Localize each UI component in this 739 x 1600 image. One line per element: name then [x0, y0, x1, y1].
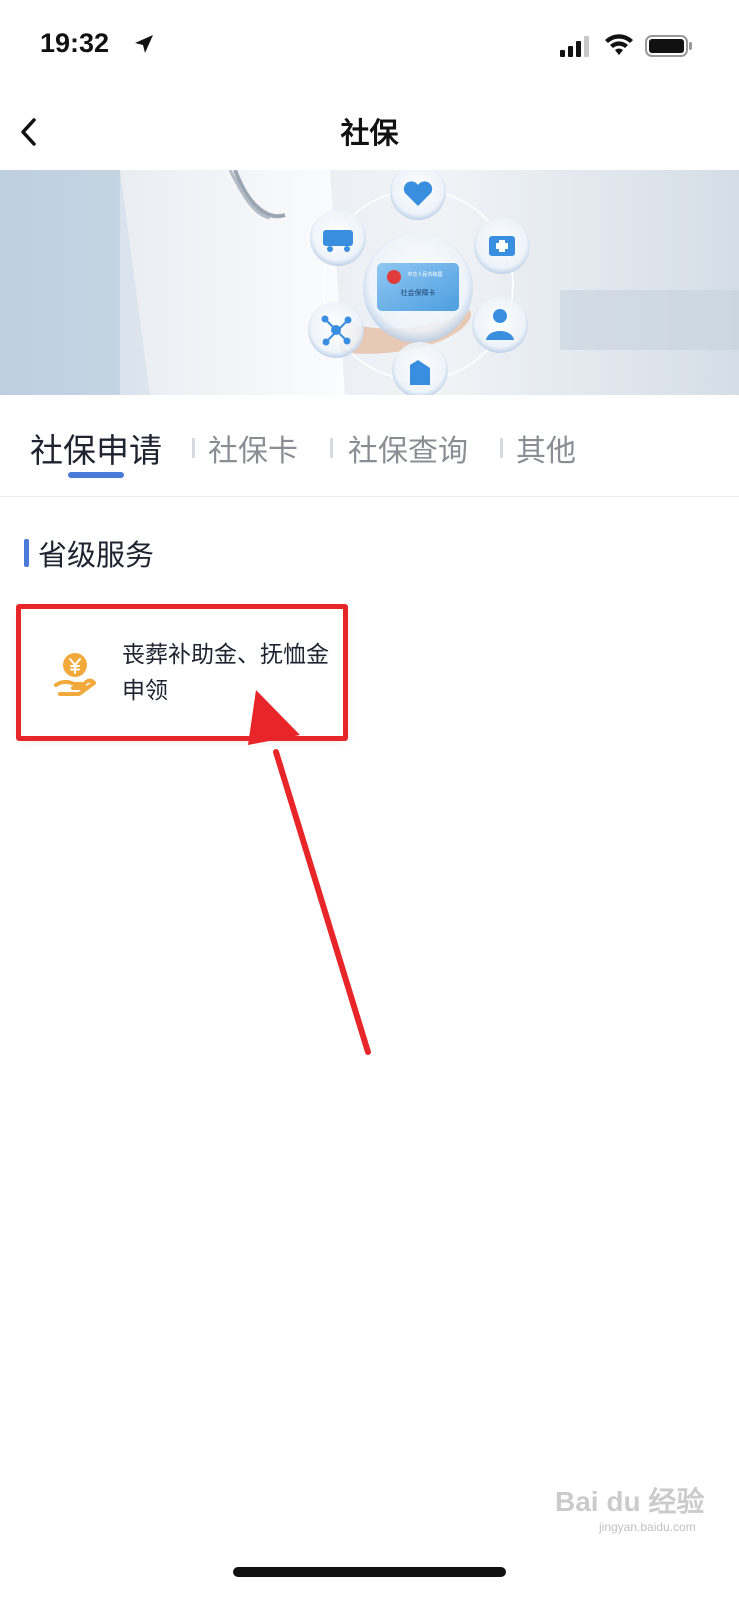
tab-social-security-application[interactable]: 社保申请 — [30, 424, 162, 472]
tab-social-security-query[interactable]: 社保查询 — [348, 426, 468, 470]
card-subtitle: 社会保障卡 — [401, 288, 436, 297]
arrow-annotation-icon — [248, 690, 371, 1055]
tab-divider — [330, 438, 333, 458]
signal-icon — [560, 36, 589, 57]
doctor-icon — [472, 297, 528, 353]
home-indicator[interactable] — [233, 1567, 506, 1577]
banner-illustration: 中华人民共和国 社会保障卡 — [0, 170, 739, 395]
section-accent-bar — [24, 539, 29, 567]
card-title: 中华人民共和国 — [407, 271, 442, 278]
page-title: 社保 — [340, 116, 399, 150]
tab-social-security-card[interactable]: 社保卡 — [208, 426, 298, 470]
tab-other[interactable]: 其他 — [516, 426, 576, 470]
watermark-text: Bai du 经验 — [555, 1486, 705, 1517]
yen-hand-icon — [54, 653, 96, 696]
tab-divider — [192, 438, 195, 458]
location-arrow-icon — [135, 35, 153, 53]
watermark-logo: Bai du 经验 jingyan.baidu.com — [555, 1480, 705, 1540]
section-title: 省级服务 — [38, 538, 155, 572]
nav-bar: 社保 — [0, 92, 739, 170]
heart-icon — [390, 170, 446, 220]
wifi-icon — [605, 34, 633, 55]
tab-divider — [500, 438, 503, 458]
banner-image: 中华人民共和国 社会保障卡 — [0, 170, 739, 395]
ambulance-icon — [310, 210, 366, 266]
molecule-icon — [308, 302, 364, 358]
medical-kit-icon — [474, 218, 530, 274]
tab-active-indicator — [68, 472, 124, 478]
status-bar: 19:32 — [0, 0, 739, 92]
status-time: 19:32 — [40, 28, 110, 58]
watermark-subtext: jingyan.baidu.com — [599, 1520, 696, 1534]
tab-bar: 社保申请 社保卡 社保查询 其他 — [0, 400, 739, 497]
section-header: 省级服务 — [24, 533, 154, 573]
battery-icon — [645, 35, 692, 57]
